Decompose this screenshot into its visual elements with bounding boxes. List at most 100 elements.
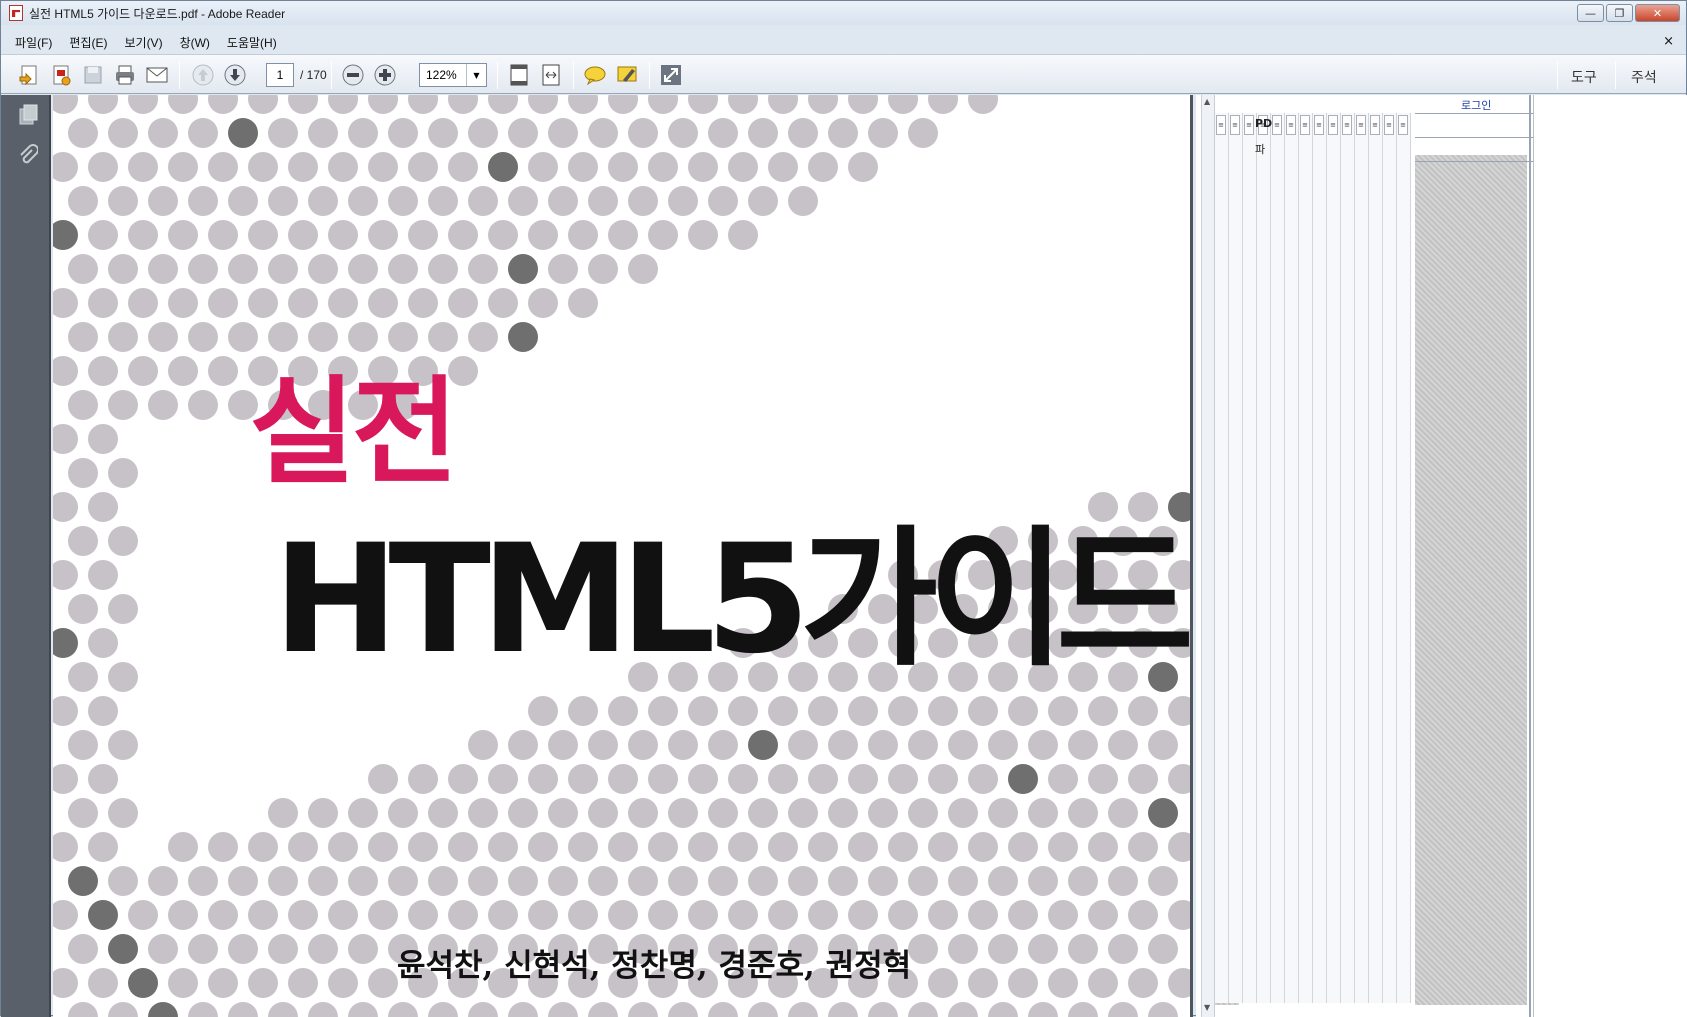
cover-dot: [548, 1002, 578, 1017]
next-page-button[interactable]: [221, 61, 249, 89]
cover-dot: [328, 288, 358, 318]
page-number-input[interactable]: 1: [266, 63, 294, 87]
cover-dot: [528, 832, 558, 862]
cover-dot: [168, 968, 198, 998]
fit-page-button[interactable]: [505, 61, 533, 89]
comment-icon: [584, 66, 606, 86]
fullscreen-button[interactable]: [657, 61, 685, 89]
menu-bar: 파일(F) 편집(E) 보기(V) 창(W) 도움말(H) ×: [1, 31, 1686, 53]
cover-dot: [1108, 934, 1138, 964]
zoom-select[interactable]: 122% ▼: [419, 63, 487, 87]
scroll-up-arrow[interactable]: ▲: [1204, 97, 1210, 106]
cover-dot: [388, 798, 418, 828]
attachments-button[interactable]: [17, 143, 39, 167]
column-menu-icon[interactable]: ≡: [1244, 115, 1254, 135]
column-menu-icon[interactable]: ≡: [1300, 115, 1310, 135]
cover-dot: [648, 220, 678, 250]
cover-dot: [688, 764, 718, 794]
document-close-button[interactable]: ×: [1663, 34, 1674, 49]
cover-dot: [53, 95, 78, 114]
add-comment-button[interactable]: [581, 61, 609, 89]
cover-dot: [1068, 798, 1098, 828]
cover-dot: [108, 118, 138, 148]
cover-dot: [128, 968, 158, 998]
cover-dot: [1088, 696, 1118, 726]
column-menu-icon[interactable]: ≡: [1286, 115, 1296, 135]
create-pdf-button[interactable]: [15, 61, 43, 89]
fullscreen-icon: [661, 65, 681, 85]
cover-dot: [648, 696, 678, 726]
close-button[interactable]: ✕: [1635, 4, 1680, 22]
cover-dot: [448, 152, 478, 182]
cover-dot: [88, 968, 118, 998]
cover-dot: [53, 288, 78, 318]
cover-dot: [828, 118, 858, 148]
cover-dot: [488, 220, 518, 250]
cover-dot: [608, 95, 638, 114]
cover-dot: [908, 934, 938, 964]
highlight-button[interactable]: [613, 61, 641, 89]
document-view[interactable]: 실전 HTML5가이드 윤석찬, 신현석, 정찬명, 경준호, 권정혁: [53, 95, 1193, 1017]
zoom-in-button[interactable]: [371, 61, 399, 89]
zoom-out-button[interactable]: [339, 61, 367, 89]
cover-dot: [528, 220, 558, 250]
cover-dot: [548, 118, 578, 148]
cover-dot: [388, 866, 418, 896]
cover-dot: [708, 866, 738, 896]
page-thumbnails-button[interactable]: [17, 103, 39, 127]
column-menu-icon[interactable]: ≡: [1216, 115, 1226, 135]
cover-dot: [908, 730, 938, 760]
cover-dot: [348, 322, 378, 352]
cover-dot: [648, 95, 678, 114]
column-menu-icon[interactable]: ≡: [1230, 115, 1240, 135]
column-menu-icon[interactable]: ≡: [1328, 115, 1338, 135]
cover-dot: [308, 866, 338, 896]
cover-dot: [408, 95, 438, 114]
menu-view[interactable]: 보기(V): [124, 34, 162, 51]
minimize-button[interactable]: —: [1577, 4, 1604, 22]
export-pdf-button[interactable]: [47, 61, 75, 89]
fit-width-button[interactable]: [537, 61, 565, 89]
column-menu-icon[interactable]: ≡: [1384, 115, 1394, 135]
column-menu-icon[interactable]: ≡: [1342, 115, 1352, 135]
tools-button[interactable]: 도구: [1571, 67, 1597, 87]
cover-dot: [448, 832, 478, 862]
cover-dot: [308, 186, 338, 216]
login-link[interactable]: 로그인: [1461, 97, 1491, 113]
cover-dot: [208, 152, 238, 182]
cover-dot: [108, 1002, 138, 1017]
print-button[interactable]: [111, 61, 139, 89]
save-button[interactable]: [79, 61, 107, 89]
restore-button[interactable]: ❐: [1606, 4, 1633, 22]
chevron-down-icon[interactable]: ▼: [466, 64, 486, 86]
cover-dot: [268, 934, 298, 964]
right-panel-scrollbar[interactable]: ▲ ▼: [1201, 95, 1215, 1017]
cover-dot: [208, 356, 238, 386]
cover-dot: [908, 118, 938, 148]
cover-dot: [808, 900, 838, 930]
column-menu-icon[interactable]: ≡: [1272, 115, 1282, 135]
column-menu-icon[interactable]: ≡: [1314, 115, 1324, 135]
cover-dot: [328, 968, 358, 998]
cover-dot: [428, 254, 458, 284]
column-menu-icon[interactable]: ≡: [1398, 115, 1408, 135]
column-menu-icon[interactable]: ≡: [1356, 115, 1366, 135]
cover-dot: [788, 730, 818, 760]
cover-dot: [328, 832, 358, 862]
cover-dot: [948, 866, 978, 896]
previous-page-button[interactable]: [189, 61, 217, 89]
menu-window[interactable]: 창(W): [180, 34, 210, 51]
cover-dot: [408, 900, 438, 930]
column-menu-icon[interactable]: ≡: [1370, 115, 1380, 135]
cover-dot: [248, 968, 278, 998]
menu-help[interactable]: 도움말(H): [227, 34, 277, 51]
cover-dot: [848, 95, 878, 114]
menu-edit[interactable]: 편집(E): [69, 34, 107, 51]
cover-dot: [728, 900, 758, 930]
comment-pane-button[interactable]: 주석: [1631, 67, 1657, 87]
cover-dot: [768, 900, 798, 930]
menu-file[interactable]: 파일(F): [15, 34, 52, 51]
cover-dot: [1148, 866, 1178, 896]
email-button[interactable]: [143, 61, 171, 89]
scroll-down-arrow[interactable]: ▼: [1204, 1003, 1210, 1012]
